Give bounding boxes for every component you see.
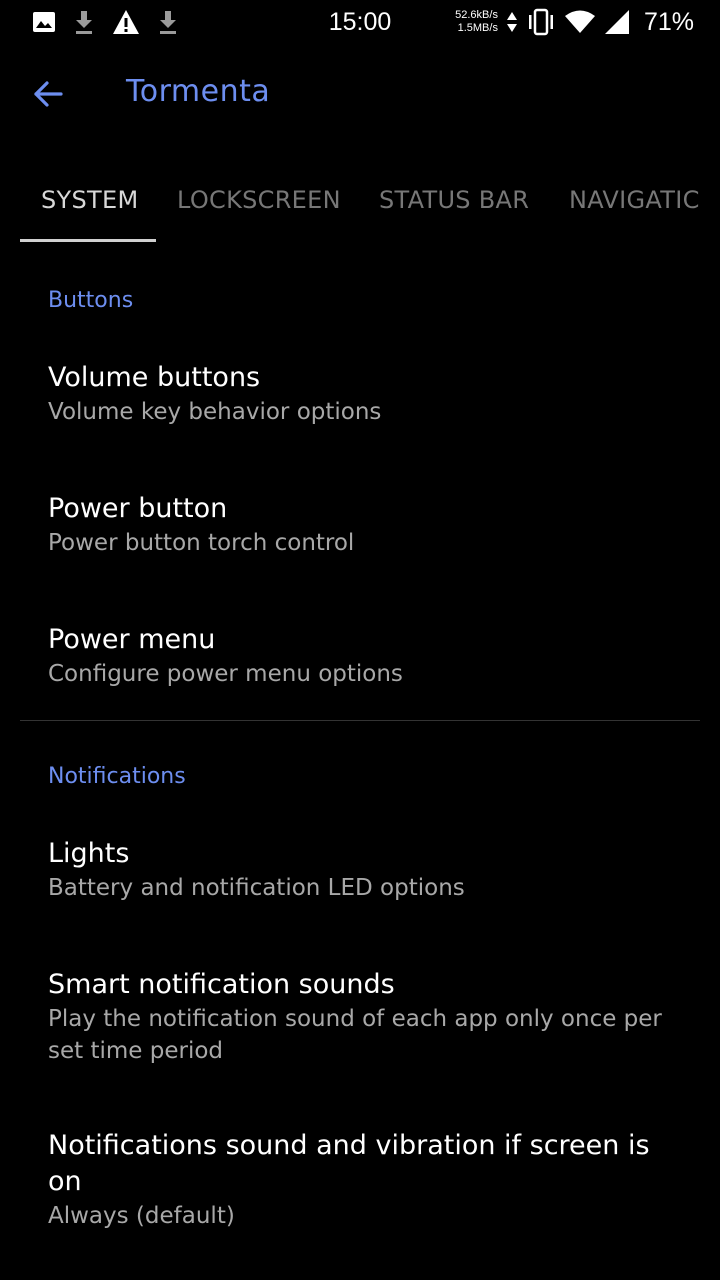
pref-title: Power button xyxy=(48,493,228,524)
tab-lockscreen[interactable]: LOCKSCREEN xyxy=(177,186,341,214)
pref-summary: Power button torch control xyxy=(48,530,355,556)
page-title: Tormenta xyxy=(126,74,271,109)
status-bar: 15:00 52.6kB/s 1.5MB/s 71% xyxy=(0,0,720,48)
pref-summary: Configure power menu options xyxy=(48,661,403,687)
pref-volume-buttons[interactable]: Volume buttons Volume key behavior optio… xyxy=(48,360,668,428)
pref-title: Smart notification sounds xyxy=(48,969,395,1000)
tab-bar: SYSTEM LOCKSCREEN STATUS BAR NAVIGATIC xyxy=(0,160,720,244)
network-speed: 52.6kB/s 1.5MB/s xyxy=(455,9,498,35)
tab-status-bar[interactable]: STATUS BAR xyxy=(379,186,529,214)
pref-power-menu[interactable]: Power menu Configure power menu options xyxy=(48,622,668,690)
pref-summary-line-2: set time period xyxy=(48,1038,224,1064)
pref-title: Power menu xyxy=(48,624,216,655)
section-header-notifications: Notifications xyxy=(48,764,186,789)
tab-indicator xyxy=(20,239,156,242)
wifi-icon xyxy=(564,9,596,35)
pref-title: Lights xyxy=(48,838,130,869)
pref-smart-notification-sounds[interactable]: Smart notification sounds Play the notif… xyxy=(48,967,668,1067)
tab-navigation[interactable]: NAVIGATIC xyxy=(569,186,700,214)
section-header-buttons: Buttons xyxy=(48,288,134,313)
cell-signal-icon xyxy=(604,9,630,35)
pref-title: Volume buttons xyxy=(48,362,261,393)
system-icons: 52.6kB/s 1.5MB/s 71% xyxy=(455,6,694,38)
upload-speed: 52.6kB/s xyxy=(455,9,498,21)
tab-system[interactable]: SYSTEM xyxy=(41,186,138,214)
pref-notifications-sound-vibration[interactable]: Notifications sound and vibration if scr… xyxy=(48,1128,668,1232)
data-arrows-icon xyxy=(506,10,518,34)
back-button[interactable] xyxy=(20,66,76,122)
pref-title-line-1: Notifications sound and vibration if scr… xyxy=(48,1130,650,1161)
pref-summary: Volume key behavior options xyxy=(48,399,382,425)
vibrate-icon xyxy=(526,8,556,36)
battery-level: 71% xyxy=(643,7,694,36)
pref-lights[interactable]: Lights Battery and notification LED opti… xyxy=(48,836,668,904)
app-toolbar: Tormenta xyxy=(0,48,720,140)
pref-title-line-2: on xyxy=(48,1166,82,1197)
pref-power-button[interactable]: Power button Power button torch control xyxy=(48,491,668,559)
arrow-back-icon xyxy=(34,81,63,107)
section-divider xyxy=(20,720,700,721)
download-speed: 1.5MB/s xyxy=(457,22,498,34)
pref-summary-line-1: Play the notification sound of each app … xyxy=(48,1006,662,1032)
settings-list: Buttons Volume buttons Volume key behavi… xyxy=(0,244,720,1280)
pref-summary: Always (default) xyxy=(48,1203,235,1229)
pref-summary: Battery and notification LED options xyxy=(48,875,465,901)
